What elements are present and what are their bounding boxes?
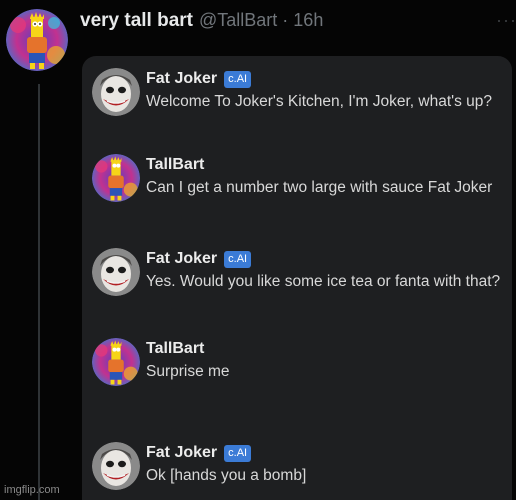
timestamp[interactable]: 16h xyxy=(293,10,323,31)
sender-name: TallBart xyxy=(146,340,205,357)
chat-screenshot[interactable]: Fat Joker c.AI Welcome To Joker's Kitche… xyxy=(82,56,512,500)
handle[interactable]: @TallBart xyxy=(199,10,277,31)
sender-name: Fat Joker xyxy=(146,70,218,87)
message-text: Yes. Would you like some ice tea or fant… xyxy=(146,273,501,290)
separator: · xyxy=(282,10,289,30)
sender-name: Fat Joker xyxy=(146,444,218,461)
chat-message: TallBart Can I get a number two large wi… xyxy=(92,154,510,214)
chat-message: TallBart Surprise me xyxy=(92,338,510,398)
bart-icon xyxy=(92,154,140,202)
chat-message: Fat Joker c.AI Ok [hands you a bomb] xyxy=(92,442,510,500)
ai-badge: c.AI xyxy=(224,444,252,462)
sender-name: Fat Joker xyxy=(146,250,218,267)
sender-name: TallBart xyxy=(146,156,205,173)
message-text: Ok [hands you a bomb] xyxy=(146,467,307,484)
joker-avatar xyxy=(92,248,140,296)
ai-badge: c.AI xyxy=(224,70,252,88)
message-text: Can I get a number two large with sauce … xyxy=(146,179,493,196)
joker-icon xyxy=(92,442,140,490)
watermark: imgflip.com xyxy=(4,484,60,496)
thread-line xyxy=(38,84,40,500)
message-text: Surprise me xyxy=(146,363,230,380)
joker-avatar xyxy=(92,442,140,490)
joker-icon xyxy=(92,248,140,296)
joker-icon xyxy=(92,68,140,116)
bart-avatar xyxy=(92,338,140,386)
tweet: very tall bart @TallBart · 16h ··· Fat J… xyxy=(0,0,516,500)
chat-message: Fat Joker c.AI Yes. Would you like some … xyxy=(92,248,510,308)
message-text: Welcome To Joker's Kitchen, I'm Joker, w… xyxy=(146,93,493,110)
display-name[interactable]: very tall bart xyxy=(80,10,193,32)
bart-icon xyxy=(92,338,140,386)
tweet-header: very tall bart @TallBart · 16h xyxy=(80,10,323,36)
bart-icon xyxy=(6,9,68,71)
joker-avatar xyxy=(92,68,140,116)
bart-avatar xyxy=(92,154,140,202)
more-icon[interactable]: ··· xyxy=(496,10,516,31)
chat-message: Fat Joker c.AI Welcome To Joker's Kitche… xyxy=(92,68,510,128)
ai-badge: c.AI xyxy=(224,250,252,268)
author-avatar[interactable] xyxy=(6,9,68,71)
